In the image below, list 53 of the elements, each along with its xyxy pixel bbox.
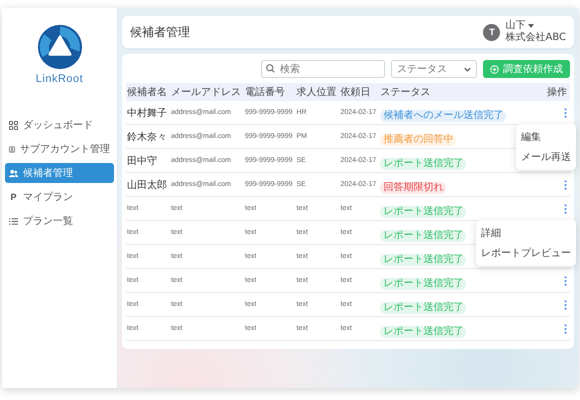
plus-circle-icon bbox=[490, 64, 499, 74]
column-header: 電話番号 bbox=[244, 83, 296, 101]
menu-item[interactable]: レポートプレビュー bbox=[476, 243, 576, 263]
status-badge: レポート送信完了 bbox=[380, 206, 466, 218]
column-header: ステータス bbox=[379, 83, 546, 101]
status-badge: レポート送信完了 bbox=[380, 326, 466, 338]
column-header: 候補者名 bbox=[126, 83, 170, 101]
column-header: 依頼日 bbox=[340, 83, 380, 101]
people-icon bbox=[9, 168, 18, 178]
table-cell: 中村舞子 bbox=[126, 101, 170, 124]
search-icon bbox=[266, 64, 275, 73]
status-badge: レポート送信完了 bbox=[380, 230, 466, 242]
person-card-icon bbox=[9, 144, 15, 154]
sidebar-item[interactable]: プラン一覧 bbox=[5, 211, 114, 231]
column-header: 求人位置 bbox=[296, 83, 340, 101]
kebab-icon[interactable] bbox=[564, 108, 567, 118]
sidebar-item[interactable]: ダッシュボード bbox=[5, 115, 114, 135]
table-cell: 山田太郎 bbox=[126, 172, 170, 196]
kebab-icon[interactable] bbox=[564, 324, 567, 334]
status-badge: 推薦者の回答中 bbox=[380, 134, 456, 146]
user-name[interactable]: 山下 bbox=[505, 20, 526, 32]
search-field[interactable]: 検索 bbox=[261, 60, 385, 78]
sidebar-item[interactable]: サブアカウント管理 bbox=[5, 139, 114, 159]
status-badge: 回答期限切れ bbox=[380, 182, 446, 194]
status-badge: レポート送信完了 bbox=[380, 278, 466, 290]
logo-icon bbox=[36, 24, 82, 70]
menu-item[interactable]: 詳細 bbox=[476, 223, 576, 243]
brand-name: LinkRoot bbox=[36, 73, 84, 85]
chevron-down-icon bbox=[464, 66, 471, 72]
kebab-icon[interactable] bbox=[564, 180, 567, 190]
page-title: 候補者管理 bbox=[130, 24, 190, 40]
status-badge: レポート送信完了 bbox=[380, 158, 466, 170]
menu-item[interactable]: 編集 bbox=[516, 127, 576, 147]
company-name: 株式会社ABC bbox=[505, 32, 566, 44]
status-badge: レポート送信完了 bbox=[380, 302, 466, 314]
sidebar-item[interactable]: 候補者管理 bbox=[5, 163, 114, 183]
column-header: メールアドレス bbox=[170, 83, 244, 101]
caret-icon[interactable] bbox=[528, 24, 534, 28]
status-badge: レポート送信完了 bbox=[380, 254, 466, 266]
letter-icon: P bbox=[9, 192, 18, 202]
column-header: 操作 bbox=[546, 83, 570, 101]
kebab-icon[interactable] bbox=[564, 300, 567, 310]
grid-icon bbox=[9, 120, 18, 130]
status-select[interactable]: ステータス bbox=[391, 60, 477, 78]
table-cell: 鈴木奈々 bbox=[126, 124, 170, 148]
table-cell: 田中守 bbox=[126, 148, 170, 172]
menu-item[interactable]: メール再送 bbox=[516, 147, 576, 167]
status-badge: 候補者へのメール送信完了 bbox=[380, 110, 506, 122]
kebab-icon[interactable] bbox=[564, 276, 567, 286]
kebab-icon[interactable] bbox=[564, 204, 567, 214]
list-icon bbox=[9, 216, 18, 226]
sidebar-item[interactable]: P マイプラン bbox=[5, 187, 114, 207]
avatar[interactable]: T bbox=[483, 24, 500, 40]
